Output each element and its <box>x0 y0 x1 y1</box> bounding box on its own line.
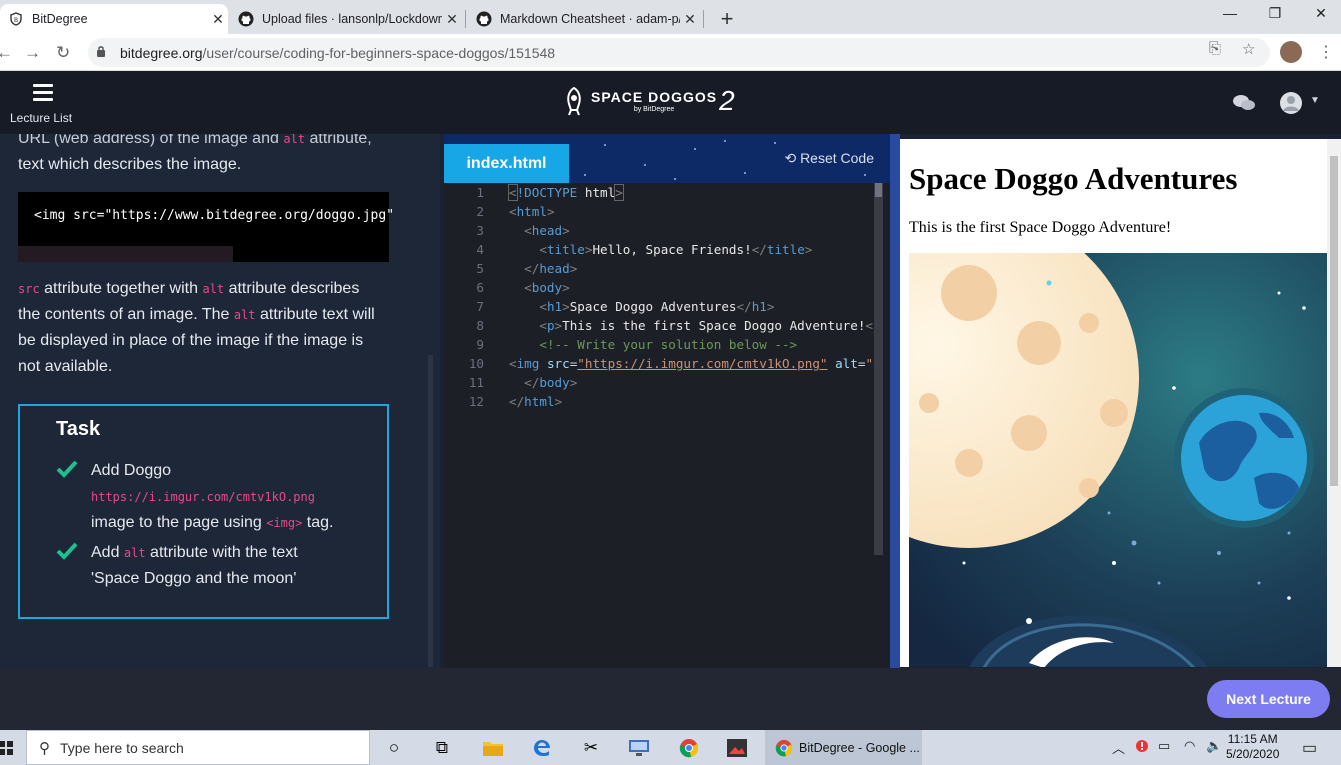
taskbar-chrome-window[interactable]: BitDegree - Google ... <box>765 730 922 765</box>
tab-title: Markdown Cheatsheet · adam-p/ <box>500 12 680 26</box>
reload-icon[interactable]: ↻ <box>56 43 70 63</box>
app-header: Lecture List SPACE DOGGOS by BitDegree 2 <box>0 71 1341 134</box>
preview-paragraph: This is the first Space Doggo Adventure! <box>909 219 1172 236</box>
lesson-intro-line: text which describes the image. <box>18 156 242 173</box>
task-item-add-alt: Add alt attribute with the text 'Space D… <box>56 540 376 592</box>
task-view-icon[interactable]: ⧉ <box>430 736 454 760</box>
chrome-icon <box>775 739 793 756</box>
lock-icon <box>96 45 110 60</box>
reset-icon: ⟲ <box>784 150 797 166</box>
code-example-box: <img src="https://www.bitdegree.org/dogg… <box>18 192 394 262</box>
windows-taskbar: ⚲ Type here to search ○ ⧉ ✂ BitDegree - … <box>0 730 1341 765</box>
tab-separator <box>703 10 704 28</box>
file-tab-index[interactable]: index.html <box>444 144 569 183</box>
tab-bitdegree[interactable]: B BitDegree ✕ <box>0 4 228 34</box>
chat-bubbles-icon[interactable] <box>1232 93 1256 119</box>
profile-avatar[interactable] <box>1280 41 1302 63</box>
security-alert-icon[interactable] <box>1134 738 1150 757</box>
url-field[interactable]: bitdegree.org/user/course/coding-for-beg… <box>88 38 1270 67</box>
lesson-partial-text: URL (web address) of the image and alt a… <box>18 134 372 147</box>
url-path: /user/course/coding-for-beginners-space-… <box>202 44 556 61</box>
tray-expand-icon[interactable]: ︿ <box>1112 738 1125 757</box>
preview-heading: Space Doggo Adventures <box>909 161 1238 196</box>
task-box: Task Add Doggo https://i.imgur.com/cmtv1… <box>18 404 389 619</box>
close-window-icon[interactable]: ✕ <box>1306 5 1336 22</box>
cortana-circle-icon[interactable]: ○ <box>382 736 406 760</box>
task-item-add-doggo: Add Doggo https://i.imgur.com/cmtv1kO.pn… <box>56 458 376 536</box>
bookmark-star-icon[interactable]: ☆ <box>1242 40 1255 58</box>
lesson-panel: URL (web address) of the image and alt a… <box>0 134 440 668</box>
translate-icon[interactable]: ⎘ <box>1209 40 1221 57</box>
notifications-icon[interactable]: ▭ <box>1302 738 1317 758</box>
forward-arrow-icon[interactable]: → <box>24 43 41 63</box>
remote-desktop-icon[interactable] <box>627 736 651 760</box>
reset-code-button[interactable]: ⟲ Reset Code <box>784 150 874 167</box>
windows-start-icon[interactable] <box>0 736 18 760</box>
tab-github-upload[interactable]: Upload files · lansonlp/Lockdown ✕ <box>230 4 462 34</box>
checkmark-icon <box>56 542 78 560</box>
lesson-scrollbar[interactable] <box>428 355 433 667</box>
editor-header: index.html ⟲ Reset Code <box>444 134 890 183</box>
photos-app-icon[interactable] <box>725 736 749 760</box>
close-tab-icon[interactable]: ✕ <box>208 11 228 28</box>
logo-text: SPACE DOGGOS <box>591 88 718 105</box>
code-scrollbar[interactable] <box>18 246 233 262</box>
preview-scrollbar[interactable] <box>1327 139 1341 667</box>
code-editor: index.html ⟲ Reset Code 1 2 3 4 5 6 7 8 … <box>444 134 890 668</box>
editor-scrollbar[interactable] <box>874 183 883 555</box>
lesson-paragraph: src attribute together with alt attribut… <box>18 280 375 375</box>
tab-title: Upload files · lansonlp/Lockdown <box>262 12 442 26</box>
task-title: Task <box>56 418 101 440</box>
snipping-tool-icon[interactable]: ✂ <box>579 736 603 760</box>
svg-text:B: B <box>14 17 18 24</box>
address-bar-row: ← → ↻ bitdegree.org/user/course/coding-f… <box>0 34 1341 71</box>
panel-divider[interactable] <box>890 134 900 668</box>
logo-number: 2 <box>719 85 735 116</box>
rocket-dog-icon <box>567 86 581 116</box>
logo-subtitle: by BitDegree <box>633 105 675 113</box>
lecture-list-label[interactable]: Lecture List <box>10 111 72 125</box>
tab-separator <box>465 10 466 28</box>
code-example: <img src="https://www.bitdegree.org/dogg… <box>34 208 395 223</box>
minimize-icon[interactable]: — <box>1215 5 1245 21</box>
preview-pane: Space Doggo Adventures This is the first… <box>900 139 1327 667</box>
task-image-link: https://i.imgur.com/cmtv1kO.png <box>91 490 315 504</box>
maximize-icon[interactable]: ❐ <box>1260 5 1290 22</box>
back-arrow-icon[interactable]: ← <box>0 43 13 63</box>
code-lines[interactable]: 1 2 3 4 5 6 7 8 9 10 11 12 <!DOCTYPE htm… <box>444 183 890 668</box>
file-explorer-icon[interactable] <box>481 736 505 760</box>
battery-icon[interactable]: ▭ <box>1158 738 1170 754</box>
new-tab-plus-icon[interactable]: + <box>716 6 738 32</box>
browser-menu-icon[interactable]: ⋮ <box>1318 42 1334 62</box>
space-doggo-moon-image <box>909 253 1327 667</box>
bitdegree-icon: B <box>8 11 24 27</box>
wifi-icon[interactable]: ◠ <box>1184 738 1195 754</box>
tab-markdown-cheatsheet[interactable]: Markdown Cheatsheet · adam-p/ ✕ <box>468 4 700 34</box>
space-doggos-logo: SPACE DOGGOS by BitDegree 2 <box>563 85 735 117</box>
volume-icon[interactable]: 🔈 <box>1206 738 1222 754</box>
close-tab-icon[interactable]: ✕ <box>680 11 700 28</box>
chrome-icon[interactable] <box>677 736 701 760</box>
chevron-down-icon[interactable]: ▼ <box>1310 95 1320 106</box>
user-avatar[interactable] <box>1280 92 1302 114</box>
browser-tab-strip: B BitDegree ✕ Upload files · lansonlp/Lo… <box>0 0 1341 34</box>
tab-title: BitDegree <box>32 12 88 26</box>
github-icon <box>238 11 254 27</box>
edge-icon[interactable] <box>530 736 554 760</box>
github-icon <box>476 11 492 27</box>
hamburger-menu-icon[interactable] <box>33 84 53 105</box>
taskbar-search-field[interactable]: ⚲ Type here to search <box>26 730 370 765</box>
lesson-footer <box>0 668 1341 730</box>
next-lecture-button[interactable]: Next Lecture <box>1207 680 1330 718</box>
close-tab-icon[interactable]: ✕ <box>442 11 462 28</box>
url-domain: bitdegree.org <box>120 44 203 61</box>
search-icon: ⚲ <box>39 739 50 757</box>
checkmark-icon <box>56 460 78 478</box>
system-clock[interactable]: 11:15 AM 5/20/2020 <box>1226 732 1279 762</box>
